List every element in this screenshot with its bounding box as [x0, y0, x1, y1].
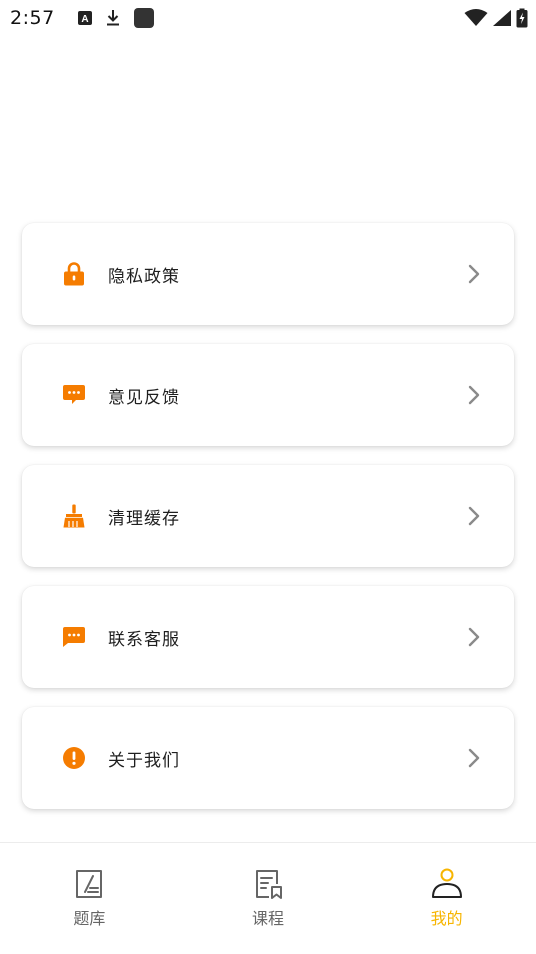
status-left: 2:57 A [10, 7, 155, 29]
chevron-right-icon [466, 384, 482, 406]
chevron-right-icon [466, 747, 482, 769]
wifi-icon [464, 9, 488, 27]
svg-text:A: A [81, 14, 88, 25]
nav-tab-label: 课程 [252, 909, 285, 928]
chevron-right-icon [466, 505, 482, 527]
nav-tab-course[interactable]: 课程 [179, 843, 358, 954]
profile-icon [430, 867, 464, 901]
lock-icon [62, 262, 86, 286]
download-icon [105, 9, 121, 27]
menu-item-about-us[interactable]: 关于我们 [22, 707, 514, 809]
menu-item-feedback[interactable]: 意见反馈 [22, 344, 514, 446]
nav-tab-label: 题库 [73, 909, 106, 928]
chevron-right-icon [466, 263, 482, 285]
nav-tab-profile[interactable]: 我的 [357, 843, 536, 954]
status-right [464, 8, 528, 28]
nav-tab-question-bank[interactable]: 题库 [0, 843, 179, 954]
menu-item-customer-service[interactable]: 联系客服 [22, 586, 514, 688]
settings-menu: 隐私政策 意见反馈 清理缓存 联系客服 关于我们 [22, 223, 514, 828]
app-a-icon: A [77, 10, 93, 26]
menu-item-label: 隐私政策 [108, 266, 180, 287]
menu-item-label: 关于我们 [108, 750, 180, 771]
question-bank-icon [72, 867, 106, 901]
menu-item-privacy-policy[interactable]: 隐私政策 [22, 223, 514, 325]
menu-item-label: 清理缓存 [108, 508, 180, 529]
status-time: 2:57 [10, 7, 55, 29]
message-icon [62, 625, 86, 649]
menu-item-label: 意见反馈 [108, 387, 180, 408]
info-icon [62, 746, 86, 770]
chat-bubble-icon [62, 383, 86, 407]
battery-charging-icon [516, 8, 528, 28]
bottom-nav: 题库 课程 我的 [0, 842, 536, 954]
square-app-icon [133, 7, 155, 29]
nav-tab-label: 我的 [430, 909, 463, 928]
course-icon [251, 867, 285, 901]
chevron-right-icon [466, 626, 482, 648]
cell-signal-icon [492, 9, 512, 27]
menu-item-label: 联系客服 [108, 629, 180, 650]
menu-item-clear-cache[interactable]: 清理缓存 [22, 465, 514, 567]
status-bar: 2:57 A [0, 0, 536, 36]
broom-icon [62, 504, 86, 528]
